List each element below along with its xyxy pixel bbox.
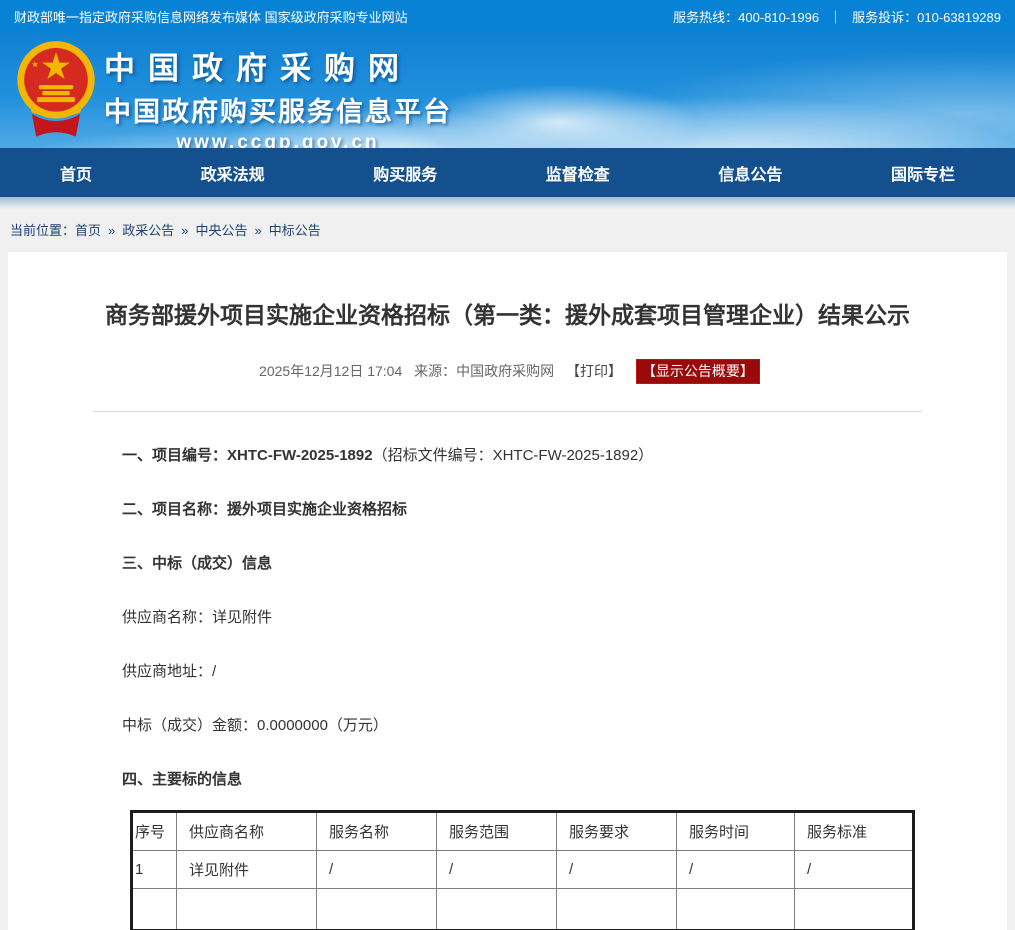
site-banner: 中国政府采购网 中国政府购买服务信息平台 www.ccgp.gov.cn [0, 33, 1015, 148]
main-nav: 首页 政采法规 购买服务 监督检查 信息公告 国际专栏 [0, 148, 1015, 197]
table-header-cell: 服务范围 [437, 812, 557, 851]
topbar: 财政部唯一指定政府采购信息网络发布媒体 国家级政府采购专业网站 服务热线：400… [0, 0, 1015, 33]
nav-item-4[interactable]: 监督检查 [546, 161, 610, 185]
table-cell [177, 889, 317, 930]
table-cell [795, 889, 914, 930]
print-button[interactable]: 【打印】 [566, 363, 622, 379]
table-header-cell: 服务要求 [557, 812, 677, 851]
bid-info-table: 序号供应商名称服务名称服务范围服务要求服务时间服务标准1详见附件///// [130, 810, 915, 930]
breadcrumb-separator: » [181, 223, 188, 238]
site-subtitle: 中国政府购买服务信息平台 [104, 90, 452, 129]
paragraph-list: 一、项目编号：XHTC-FW-2025-1892（招标文件编号：XHTC-FW-… [122, 446, 914, 790]
table-header-cell: 供应商名称 [177, 812, 317, 851]
article-paragraph-7: 四、主要标的信息 [122, 770, 914, 790]
service-complaint: 服务投诉：010-63819289 [852, 7, 1001, 26]
nav-item-1[interactable]: 首页 [60, 161, 92, 185]
show-summary-button[interactable]: 【显示公告概要】 [636, 359, 760, 384]
publish-date: 2025年12月12日 17:04 [259, 363, 402, 379]
table-header-cell: 服务名称 [317, 812, 437, 851]
table-cell [557, 889, 677, 930]
table-cell: 1 [132, 851, 177, 889]
table-cell: / [557, 851, 677, 889]
table-cell: / [677, 851, 795, 889]
national-emblem-icon [13, 40, 99, 142]
table-header-cell: 服务标准 [795, 812, 914, 851]
article-title: 商务部援外项目实施企业资格招标（第一类：援外成套项目管理企业）结果公示 [8, 252, 1007, 330]
nav-item-5[interactable]: 信息公告 [718, 161, 782, 185]
nav-item-6[interactable]: 国际专栏 [891, 161, 955, 185]
table-header-cell: 序号 [132, 812, 177, 851]
site-name: 中国政府采购网 [104, 43, 452, 88]
breadcrumb-item-2[interactable]: 政采公告 [122, 223, 174, 238]
topbar-contacts: 服务热线：400-810-1996 ｜ 服务投诉：010-63819289 [673, 7, 1001, 26]
table-cell [437, 889, 557, 930]
table-cell [317, 889, 437, 930]
article-paragraph-3: 三、中标（成交）信息 [122, 554, 914, 574]
site-url: www.ccgp.gov.cn [104, 132, 452, 148]
article-body: 一、项目编号：XHTC-FW-2025-1892（招标文件编号：XHTC-FW-… [122, 446, 914, 930]
topbar-slogan: 财政部唯一指定政府采购信息网络发布媒体 国家级政府采购专业网站 [14, 7, 408, 26]
meta-divider [93, 411, 922, 412]
nav-item-2[interactable]: 政采法规 [201, 161, 265, 185]
breadcrumb-item-3[interactable]: 中央公告 [196, 223, 248, 238]
table-cell: / [437, 851, 557, 889]
table-cell [132, 889, 177, 930]
table-cell: / [795, 851, 914, 889]
table-row-1: 1详见附件///// [132, 851, 914, 889]
table-header-cell: 服务时间 [677, 812, 795, 851]
article-source: 来源：中国政府采购网 [414, 363, 554, 379]
table-header-row: 序号供应商名称服务名称服务范围服务要求服务时间服务标准 [132, 812, 914, 851]
breadcrumb-item-1[interactable]: 首页 [75, 223, 101, 238]
banner-text: 中国政府采购网 中国政府购买服务信息平台 www.ccgp.gov.cn [104, 43, 452, 148]
article-paragraph-5: 供应商地址：/ [122, 662, 914, 682]
article-paragraph-6: 中标（成交）金额：0.0000000（万元） [122, 716, 914, 736]
service-hotline: 服务热线：400-810-1996 [673, 7, 819, 26]
article-paragraph-2: 二、项目名称：援外项目实施企业资格招标 [122, 500, 914, 520]
breadcrumb-item-4[interactable]: 中标公告 [269, 223, 321, 238]
table-row-2 [132, 889, 914, 930]
article-paragraph-1: 一、项目编号：XHTC-FW-2025-1892（招标文件编号：XHTC-FW-… [122, 446, 914, 466]
breadcrumb-separator: » [108, 223, 115, 238]
table-cell: 详见附件 [177, 851, 317, 889]
breadcrumb-separator: » [255, 223, 262, 238]
table-cell: / [317, 851, 437, 889]
article-content: 商务部援外项目实施企业资格招标（第一类：援外成套项目管理企业）结果公示 2025… [8, 252, 1007, 930]
article-meta: 2025年12月12日 17:04 来源：中国政府采购网 【打印】 【显示公告概… [8, 359, 1007, 384]
topbar-separator: ｜ [829, 7, 842, 26]
article-paragraph-4: 供应商名称：详见附件 [122, 608, 914, 628]
nav-item-3[interactable]: 购买服务 [373, 161, 437, 185]
breadcrumb: 当前位置：首页 » 政采公告 » 中央公告 » 中标公告 [10, 212, 1015, 250]
breadcrumb-label: 当前位置： [10, 223, 75, 238]
breadcrumb-band: 当前位置：首页 » 政采公告 » 中央公告 » 中标公告 [0, 197, 1015, 252]
table-cell [677, 889, 795, 930]
